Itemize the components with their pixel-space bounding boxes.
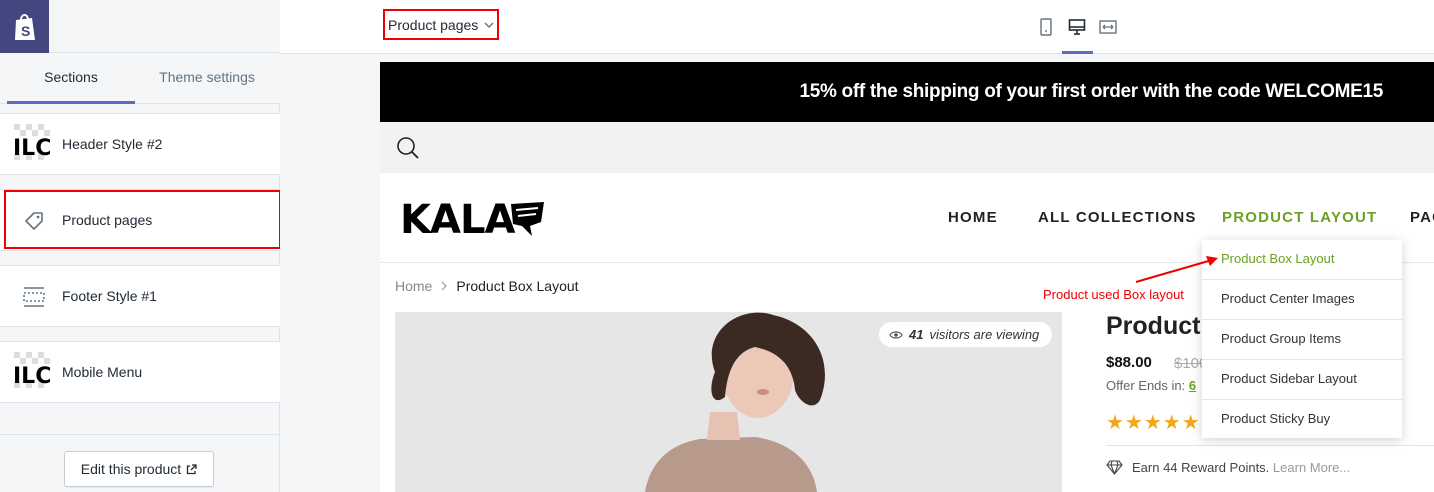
dropdown-item-box-layout[interactable]: Product Box Layout — [1202, 240, 1402, 280]
nav-product-layout[interactable]: PRODUCT LAYOUT — [1222, 209, 1377, 226]
divider — [0, 434, 280, 435]
announcement-text: 15% off the shipping of your first order… — [799, 81, 1383, 102]
header-section-icon: ILC — [14, 124, 54, 164]
tab-sections[interactable]: Sections — [7, 54, 135, 103]
offer-label: Offer Ends in: — [1106, 378, 1186, 393]
external-link-icon — [187, 463, 197, 474]
edit-product-label: Edit this product — [80, 461, 182, 477]
page-selector[interactable]: Product pages — [384, 10, 498, 40]
eye-icon — [889, 330, 903, 339]
offer-countdown: Offer Ends in: 6 — [1106, 378, 1196, 393]
section-header-style[interactable]: ILC Header Style #2 — [0, 113, 280, 175]
page-selector-label: Product pages — [388, 17, 479, 33]
visitors-count: 41 — [909, 327, 924, 342]
nav-home[interactable]: HOME — [948, 209, 998, 226]
reward-text: Earn 44 Reward Points. — [1132, 460, 1270, 475]
dropdown-item-group-items[interactable]: Product Group Items — [1202, 320, 1402, 360]
tab-active-indicator — [7, 101, 135, 104]
announcement-bar: 15% off the shipping of your first order… — [380, 62, 1434, 122]
mobile-view-icon[interactable] — [1032, 14, 1060, 40]
sidebar-top-strip — [49, 0, 280, 53]
annotation-arrow-icon — [1135, 256, 1218, 283]
footer-layout-icon — [14, 277, 54, 317]
sidebar: S Sections Theme settings ILC Header Sty… — [0, 0, 281, 492]
section-product-pages[interactable]: Product pages — [0, 189, 280, 251]
theme-editor: S Sections Theme settings ILC Header Sty… — [0, 0, 1434, 492]
shopify-logo[interactable]: S — [0, 0, 49, 53]
store-logo-text: KALA — [400, 197, 515, 243]
visitors-text: visitors are viewing — [929, 327, 1040, 342]
breadcrumb-home[interactable]: Home — [395, 278, 432, 294]
section-mobile-menu[interactable]: ILC Mobile Menu — [0, 341, 280, 403]
edit-product-button[interactable]: Edit this product — [64, 451, 214, 487]
reward-learn-more[interactable]: Learn More... — [1273, 460, 1350, 475]
product-price: $88.00 — [1106, 354, 1152, 371]
chevron-right-icon — [441, 281, 448, 291]
breadcrumb: Home Product Box Layout — [395, 278, 579, 294]
desktop-view-icon[interactable] — [1063, 14, 1091, 40]
divider — [1106, 445, 1434, 446]
rating-stars: ★★★★★ — [1106, 412, 1201, 434]
diamond-icon — [1106, 460, 1123, 475]
nav-pages[interactable]: PAGES — [1410, 209, 1434, 226]
section-footer-style[interactable]: Footer Style #1 — [0, 265, 280, 327]
brand-badge-icon — [511, 202, 544, 236]
store-logo[interactable]: KALA — [400, 197, 515, 243]
chevron-down-icon — [484, 22, 494, 28]
dropdown-item-sticky-buy[interactable]: Product Sticky Buy — [1202, 400, 1402, 440]
search-icon[interactable] — [396, 136, 420, 160]
section-label: Footer Style #1 — [62, 288, 157, 304]
shopify-bag-icon: S — [14, 13, 35, 40]
svg-text:S: S — [21, 23, 30, 39]
editor-topbar: Product pages — [280, 0, 1434, 54]
offer-value: 6 — [1188, 378, 1197, 393]
fullscreen-view-icon[interactable] — [1094, 14, 1122, 40]
mobile-menu-section-icon: ILC — [14, 352, 54, 392]
section-label: Mobile Menu — [62, 364, 143, 380]
search-bar — [380, 122, 1434, 173]
dropdown-item-center-images[interactable]: Product Center Images — [1202, 280, 1402, 320]
product-layout-dropdown: Product Box Layout Product Center Images… — [1202, 240, 1402, 438]
visitors-badge: 41 visitors are viewing — [879, 322, 1052, 347]
section-label: Header Style #2 — [62, 136, 163, 152]
tab-theme-settings[interactable]: Theme settings — [140, 54, 274, 103]
reward-points: Earn 44 Reward Points. Learn More... — [1106, 460, 1350, 475]
section-label: Product pages — [62, 212, 153, 228]
dropdown-item-sidebar-layout[interactable]: Product Sidebar Layout — [1202, 360, 1402, 400]
breadcrumb-current: Product Box Layout — [456, 278, 579, 294]
sidebar-tabs: Sections Theme settings — [0, 54, 280, 104]
svg-text:ILC: ILC — [14, 364, 51, 389]
nav-all-collections[interactable]: ALL COLLECTIONS — [1038, 209, 1197, 226]
tag-icon — [14, 201, 54, 241]
svg-text:ILC: ILC — [14, 136, 51, 161]
